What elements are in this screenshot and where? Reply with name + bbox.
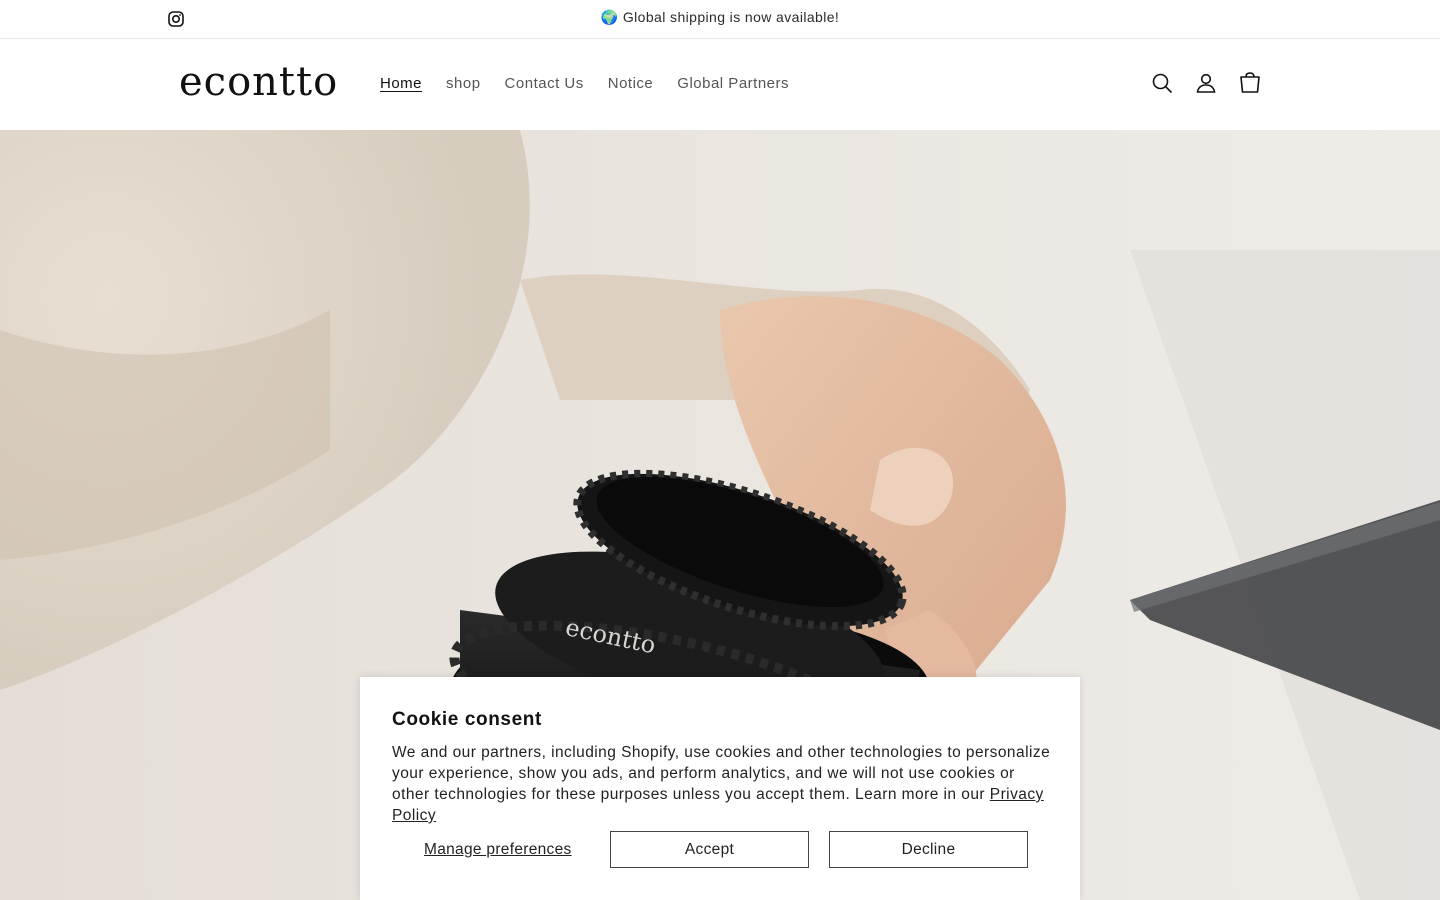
- announcement-message: 🌍 Global shipping is now available!: [600, 9, 840, 25]
- header-icons: [1150, 71, 1262, 95]
- cookie-title: Cookie consent: [392, 709, 542, 730]
- nav-contact-us[interactable]: Contact Us: [493, 75, 596, 93]
- nav-home[interactable]: Home: [368, 75, 434, 93]
- accept-button[interactable]: Accept: [610, 831, 809, 868]
- main-nav: Home shop Contact Us Notice Global Partn…: [368, 75, 801, 93]
- decline-button[interactable]: Decline: [829, 831, 1028, 868]
- nav-shop[interactable]: shop: [434, 75, 493, 93]
- account-icon[interactable]: [1194, 71, 1218, 95]
- site-header: econtto Home shop Contact Us Notice Glob…: [0, 39, 1440, 130]
- nav-notice[interactable]: Notice: [596, 75, 666, 93]
- logo[interactable]: econtto: [179, 57, 338, 107]
- search-icon[interactable]: [1150, 71, 1174, 95]
- cookie-body: We and our partners, including Shopify, …: [392, 742, 1052, 826]
- manage-preferences-link[interactable]: Manage preferences: [424, 841, 572, 859]
- nav-global-partners[interactable]: Global Partners: [665, 75, 801, 93]
- cart-icon[interactable]: [1238, 71, 1262, 95]
- announcement-bar: 🌍 Global shipping is now available!: [0, 0, 1440, 39]
- cookie-body-text: We and our partners, including Shopify, …: [392, 744, 1051, 803]
- cookie-consent-banner: Cookie consent We and our partners, incl…: [360, 677, 1080, 900]
